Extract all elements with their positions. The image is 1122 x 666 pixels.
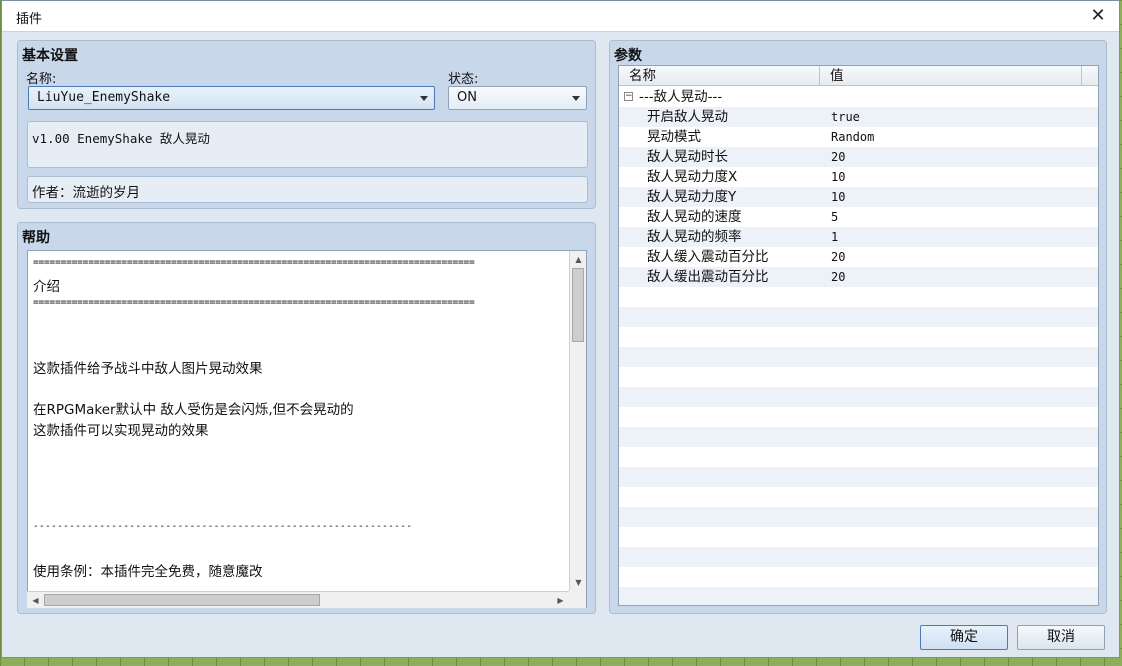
- parameters-panel: 参数 名称 值 − ---敌人晃动--- 开启敌人晃动 true 晃动模式 Ra…: [609, 40, 1107, 614]
- param-value: 20: [831, 270, 846, 284]
- empty-row: [619, 407, 1098, 427]
- help-text-line: 这款插件可以实现晃动的效果: [33, 423, 209, 439]
- help-text-line: 在RPGMaker默认中 敌人受伤是会闪烁,但不会晃动的: [33, 402, 354, 418]
- empty-row: [619, 307, 1098, 327]
- empty-row: [619, 287, 1098, 307]
- param-name: 敌人晃动时长: [647, 149, 728, 165]
- help-vertical-scrollbar[interactable]: ▲ ▼: [569, 251, 586, 591]
- param-name: 敌人晃动力度Y: [647, 189, 737, 205]
- param-group-row[interactable]: − ---敌人晃动---: [619, 87, 1098, 107]
- param-row[interactable]: 晃动模式 Random: [619, 127, 1098, 147]
- empty-row: [619, 347, 1098, 367]
- author-text: 作者：流逝的岁月: [32, 185, 140, 201]
- empty-row: [619, 527, 1098, 547]
- window-title: 插件: [16, 12, 43, 27]
- param-row[interactable]: 敌人缓入震动百分比 20: [619, 247, 1098, 267]
- empty-row: [619, 587, 1098, 605]
- scrollbar-corner: [569, 591, 586, 608]
- name-select[interactable]: LiuYue_EnemyShake: [28, 86, 435, 110]
- param-name: 敌人晃动的速度: [647, 209, 742, 225]
- param-name: 敌人缓出震动百分比: [647, 269, 769, 285]
- param-value: Random: [831, 130, 875, 144]
- scroll-down-icon[interactable]: ▼: [570, 574, 587, 591]
- param-value: 5: [831, 210, 839, 224]
- empty-row: [619, 567, 1098, 587]
- empty-row: [619, 467, 1098, 487]
- param-row[interactable]: 敌人晃动的速度 5: [619, 207, 1098, 227]
- description-text: v1.00 EnemyShake 敌人晃动: [32, 131, 210, 146]
- close-icon[interactable]: ✕: [1085, 4, 1111, 28]
- help-panel: 帮助 =====================================…: [17, 222, 596, 614]
- param-row[interactable]: 敌人缓出震动百分比 20: [619, 267, 1098, 287]
- horizontal-scroll-thumb[interactable]: [44, 594, 320, 606]
- cancel-button[interactable]: 取消: [1017, 625, 1105, 650]
- param-name: 敌人晃动的频率: [647, 229, 742, 245]
- status-label: 状态:: [448, 72, 479, 87]
- scroll-up-icon[interactable]: ▲: [570, 251, 587, 268]
- help-separator: ----------------------------------------…: [33, 521, 413, 532]
- empty-row: [619, 487, 1098, 507]
- parameters-title: 参数: [614, 48, 642, 64]
- vertical-scroll-thumb[interactable]: [572, 268, 584, 342]
- plugin-dialog: 插件 ✕ 基本设置 名称: LiuYue_EnemyShake 状态: ON v…: [1, 0, 1120, 658]
- column-header-name[interactable]: 名称: [619, 66, 820, 86]
- column-header-filler: [1082, 66, 1098, 86]
- column-header-value[interactable]: 值: [820, 66, 1082, 86]
- param-value: 20: [831, 150, 846, 164]
- title-bar: 插件 ✕: [2, 1, 1119, 32]
- param-row[interactable]: 敌人晃动的频率 1: [619, 227, 1098, 247]
- empty-row: [619, 547, 1098, 567]
- param-row[interactable]: 敌人晃动力度Y 10: [619, 187, 1098, 207]
- empty-row: [619, 367, 1098, 387]
- param-value: true: [831, 110, 860, 124]
- param-value: 1: [831, 230, 839, 244]
- help-heading: 介绍: [33, 279, 60, 295]
- param-row[interactable]: 敌人晃动力度X 10: [619, 167, 1098, 187]
- empty-row: [619, 427, 1098, 447]
- empty-row: [619, 507, 1098, 527]
- description-box: v1.00 EnemyShake 敌人晃动: [27, 121, 588, 168]
- chevron-down-icon: [420, 96, 428, 101]
- help-text-line: 这款插件给予战斗中敌人图片晃动效果: [33, 361, 263, 377]
- help-separator: ========================================…: [33, 297, 475, 308]
- chevron-down-icon: [572, 96, 580, 101]
- status-select-value: ON: [457, 90, 477, 105]
- help-text-area[interactable]: ========================================…: [27, 250, 587, 608]
- name-select-value: LiuYue_EnemyShake: [37, 90, 171, 105]
- scroll-right-icon[interactable]: ▶: [552, 592, 569, 609]
- help-horizontal-scrollbar[interactable]: ◀ ▶: [27, 591, 569, 608]
- param-name: 开启敌人晃动: [647, 109, 728, 125]
- param-group-label: ---敌人晃动---: [639, 89, 723, 105]
- empty-row: [619, 387, 1098, 407]
- param-row[interactable]: 开启敌人晃动 true: [619, 107, 1098, 127]
- param-value: 10: [831, 170, 846, 184]
- param-name: 敌人晃动力度X: [647, 169, 738, 185]
- name-label: 名称:: [26, 72, 57, 87]
- status-select[interactable]: ON: [448, 86, 587, 110]
- param-row[interactable]: 敌人晃动时长 20: [619, 147, 1098, 167]
- help-separator: ========================================…: [33, 257, 475, 268]
- basic-settings-title: 基本设置: [22, 48, 78, 64]
- parameters-list[interactable]: 名称 值 − ---敌人晃动--- 开启敌人晃动 true 晃动模式 Rando…: [618, 65, 1099, 606]
- ok-button[interactable]: 确定: [920, 625, 1008, 650]
- empty-row: [619, 447, 1098, 467]
- param-name: 敌人缓入震动百分比: [647, 249, 769, 265]
- collapse-icon[interactable]: −: [624, 92, 633, 101]
- author-box: 作者：流逝的岁月: [27, 176, 588, 203]
- help-title: 帮助: [22, 230, 50, 246]
- basic-settings-panel: 基本设置 名称: LiuYue_EnemyShake 状态: ON v1.00 …: [17, 40, 596, 209]
- help-text-line: 使用条例：本插件完全免费，随意魔改: [33, 564, 263, 580]
- scroll-left-icon[interactable]: ◀: [27, 592, 44, 609]
- param-name: 晃动模式: [647, 129, 701, 145]
- param-value: 20: [831, 250, 846, 264]
- param-value: 10: [831, 190, 846, 204]
- empty-row: [619, 327, 1098, 347]
